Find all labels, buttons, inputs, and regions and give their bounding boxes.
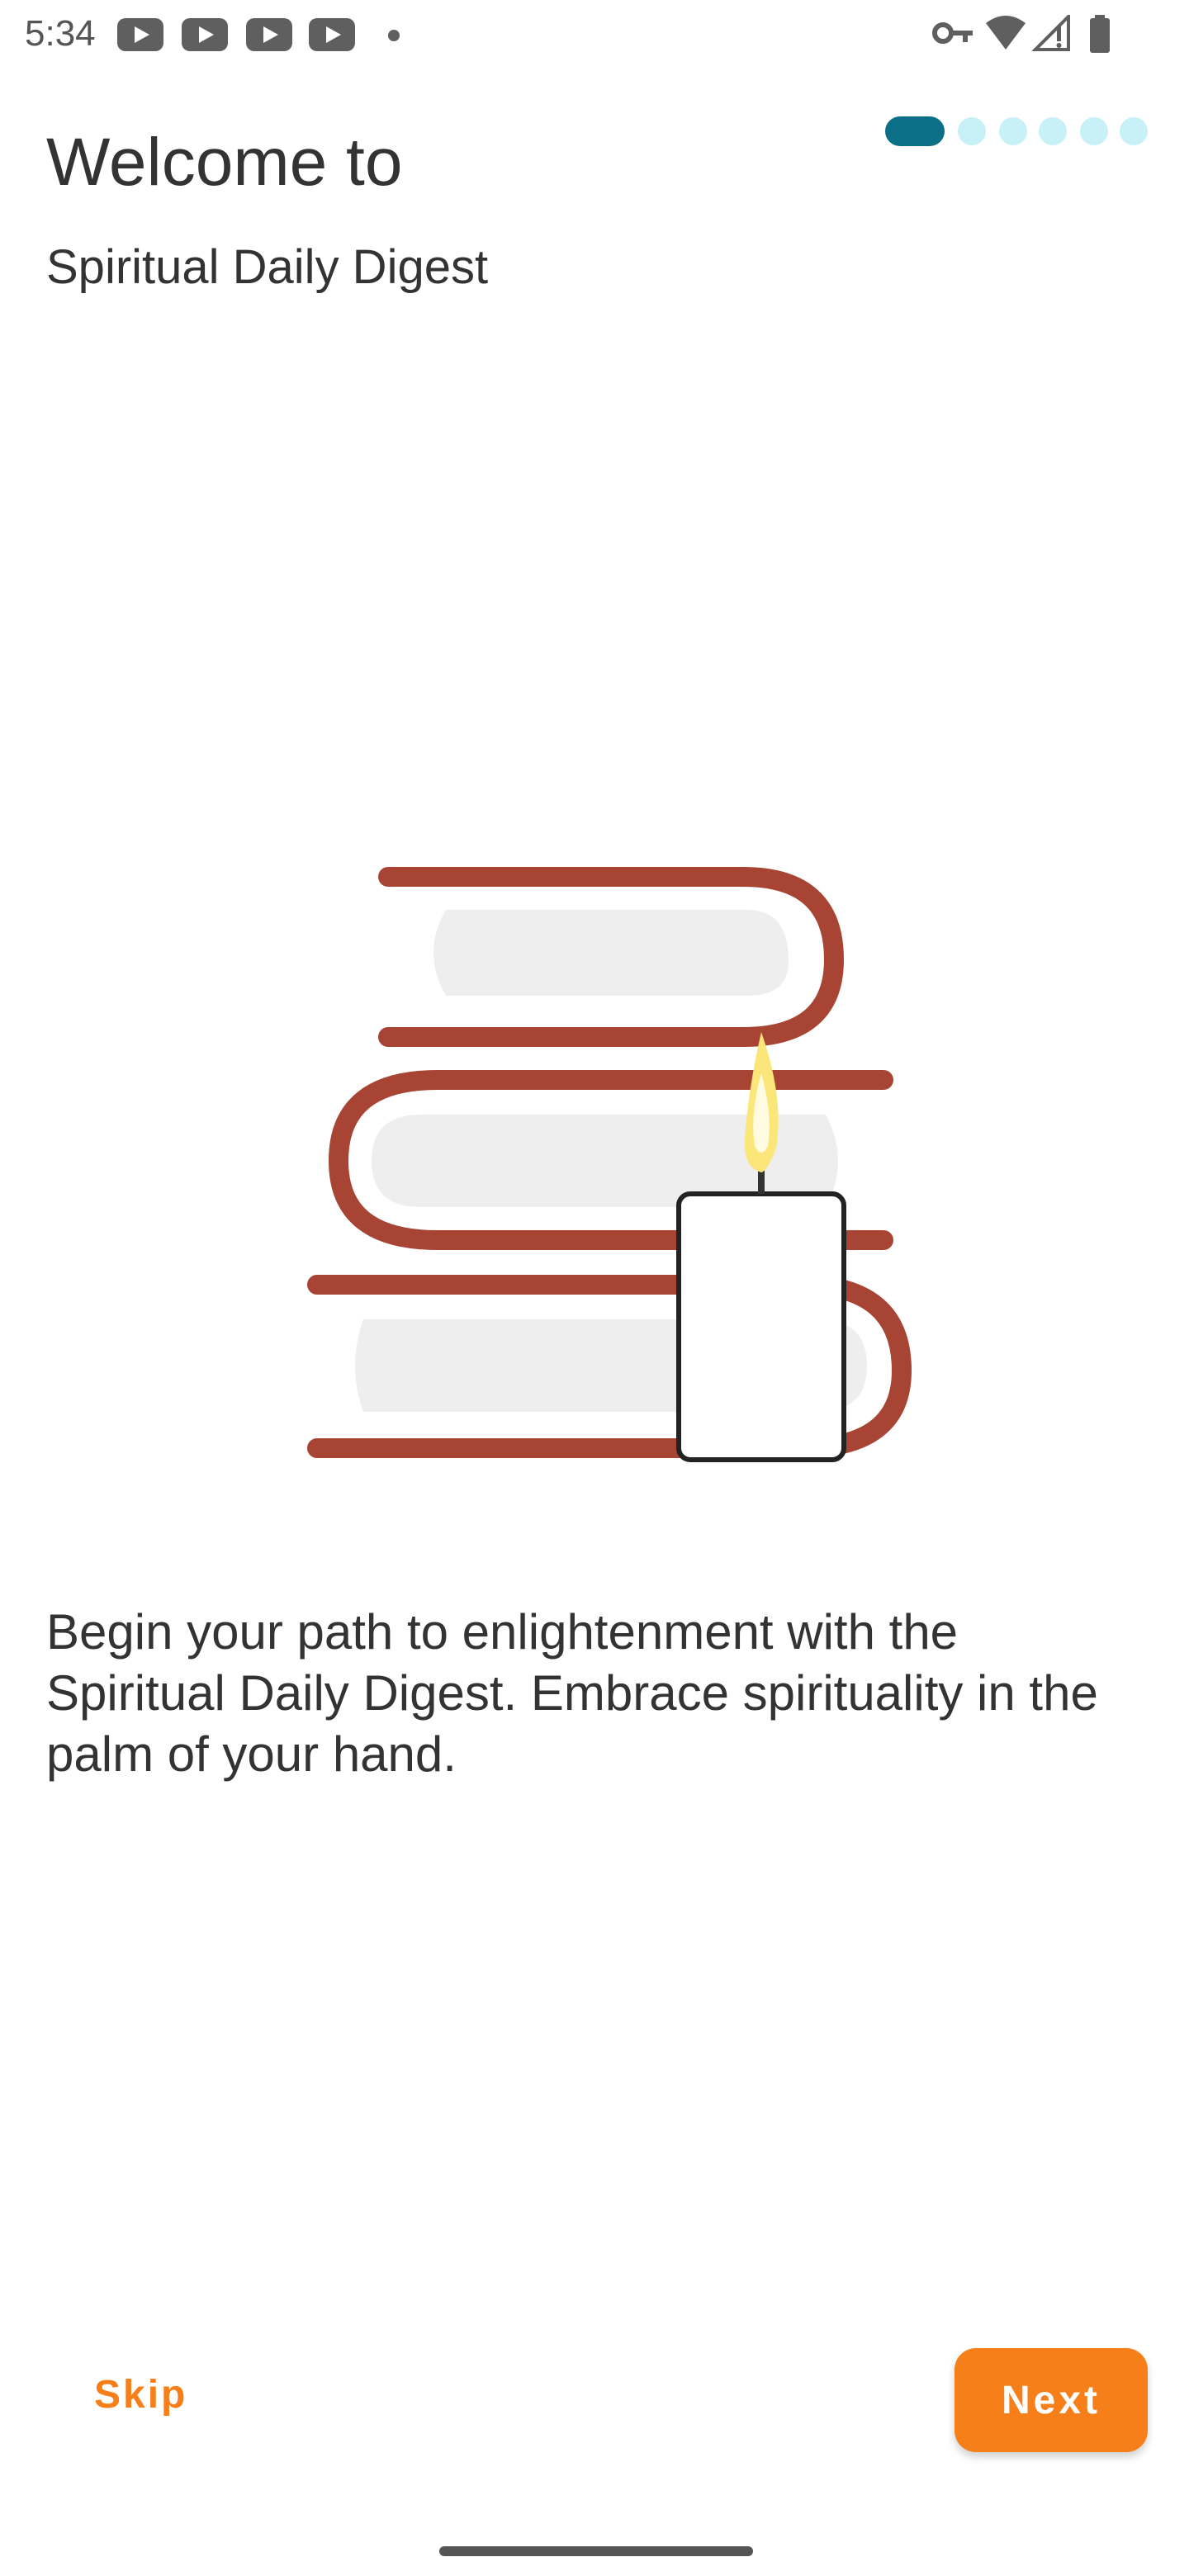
youtube-icon (117, 18, 163, 51)
next-button[interactable]: Next (955, 2348, 1148, 2452)
status-time: 5:34 (25, 13, 96, 54)
onboarding-screen: 5:34 Welcome to Spiritual Daily Digest B… (0, 0, 1189, 2576)
app-name-subtitle: Spiritual Daily Digest (46, 240, 489, 294)
page-dot (1120, 117, 1148, 145)
onboarding-description: Begin your path to enlightenment with th… (46, 1604, 1098, 1782)
page-dot (999, 117, 1027, 145)
page-title: Welcome to (46, 125, 403, 200)
skip-button[interactable]: Skip (74, 2345, 207, 2444)
notification-dot-icon (388, 30, 400, 41)
cell-signal-icon (1032, 15, 1070, 51)
page-dot (1080, 117, 1108, 145)
page-dot-active (885, 116, 945, 146)
battery-icon (1090, 15, 1110, 53)
status-bar: 5:34 (0, 0, 1189, 69)
home-indicator[interactable] (439, 2546, 753, 2556)
youtube-icon (182, 18, 228, 51)
books-and-candle-illustration (307, 867, 912, 1462)
youtube-icon (246, 18, 292, 51)
vpn-key-icon (932, 22, 973, 44)
page-dot (958, 117, 986, 145)
youtube-icon (309, 18, 355, 51)
page-dot (1039, 117, 1067, 145)
wifi-icon (986, 16, 1026, 50)
